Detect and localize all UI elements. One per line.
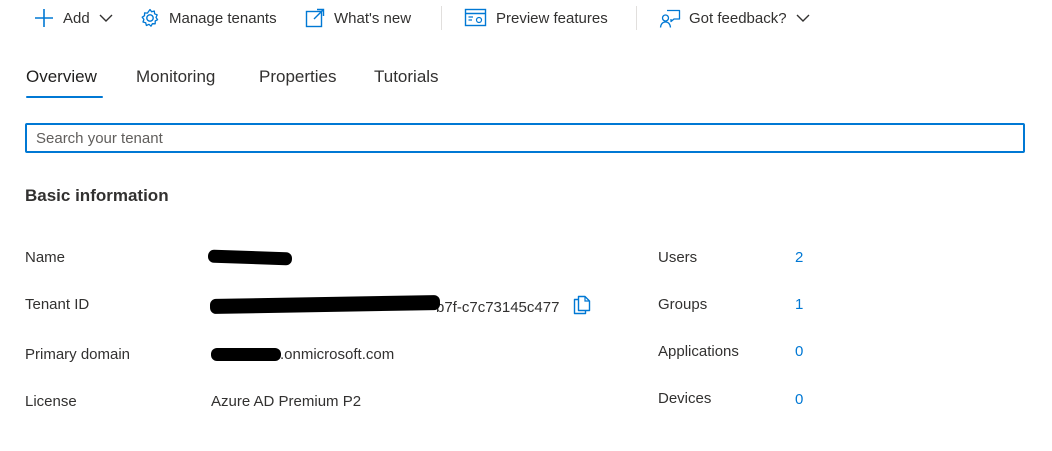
section-title: Basic information — [25, 186, 169, 205]
tab-overview[interactable]: Overview — [26, 60, 103, 98]
users-label: Users — [658, 249, 698, 266]
tab-tutorials[interactable]: Tutorials — [374, 60, 439, 98]
feedback-button[interactable]: Got feedback? — [659, 4, 811, 32]
users-count-link[interactable]: 2 — [795, 248, 803, 268]
preview-features-button[interactable]: Preview features — [464, 4, 608, 32]
tab-monitoring[interactable]: Monitoring — [136, 60, 215, 98]
tenant-overview-page: Add Manage tenants What's new Preview fe… — [0, 0, 1052, 451]
primary-domain-value: .onmicrosoft.com — [280, 346, 395, 363]
add-button[interactable]: Add — [33, 4, 114, 32]
groups-count-link[interactable]: 1 — [795, 295, 803, 315]
tenant-id-label: Tenant ID — [25, 296, 90, 313]
plus-icon — [33, 7, 55, 29]
tab-bar: Overview Monitoring Properties Tutorials — [0, 60, 1052, 100]
external-link-icon — [304, 7, 326, 29]
devices-count-link[interactable]: 0 — [795, 390, 803, 410]
applications-label: Applications — [658, 343, 739, 360]
manage-tenants-button[interactable]: Manage tenants — [139, 4, 277, 32]
preview-features-icon — [464, 7, 488, 29]
groups-label: Groups — [658, 296, 708, 313]
tab-label: Monitoring — [136, 67, 216, 86]
license-value: Azure AD Premium P2 — [211, 393, 362, 410]
tab-label: Overview — [26, 67, 97, 86]
chevron-down-icon — [795, 10, 811, 26]
copy-icon[interactable] — [573, 295, 591, 321]
devices-label: Devices — [658, 390, 712, 407]
chevron-down-icon — [98, 10, 114, 26]
redaction-mark — [207, 249, 293, 266]
toolbar-divider — [636, 6, 637, 30]
tab-label: Properties — [259, 67, 337, 86]
license-label: License — [25, 393, 77, 410]
preview-features-label: Preview features — [496, 9, 608, 27]
redaction-mark — [211, 348, 281, 361]
manage-tenants-label: Manage tenants — [169, 9, 277, 27]
tab-label: Tutorials — [374, 67, 439, 86]
whats-new-button[interactable]: What's new — [304, 4, 411, 32]
command-bar: Add Manage tenants What's new Preview fe… — [0, 0, 1052, 38]
add-label: Add — [63, 9, 90, 27]
toolbar-divider — [441, 6, 442, 30]
tenant-id-value: b7f-c7c73145c477 — [436, 295, 591, 321]
primary-domain-label: Primary domain — [25, 346, 131, 363]
tab-properties[interactable]: Properties — [259, 60, 336, 98]
feedback-person-icon — [659, 7, 681, 29]
whats-new-label: What's new — [334, 9, 412, 27]
applications-count-link[interactable]: 0 — [795, 342, 803, 362]
gear-icon — [139, 7, 161, 29]
search-input[interactable] — [25, 123, 1025, 153]
redaction-mark — [209, 294, 441, 315]
feedback-label: Got feedback? — [689, 9, 787, 27]
name-label: Name — [25, 249, 66, 266]
